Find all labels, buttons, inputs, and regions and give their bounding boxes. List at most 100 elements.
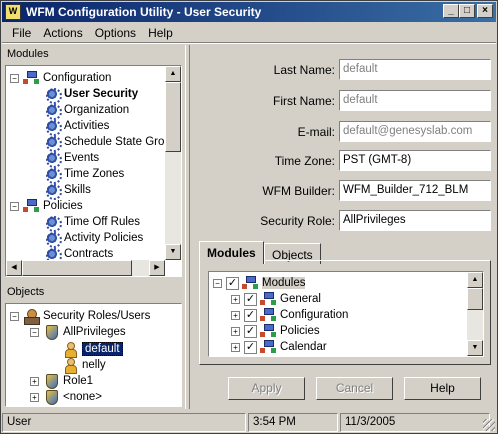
tree-item-label: Time Zones <box>64 168 125 180</box>
wfm-builder-field[interactable]: WFM_Builder_712_BLM <box>339 180 491 201</box>
modules-horizontal-scrollbar[interactable]: ◀ ▶ <box>6 260 165 276</box>
cancel-button[interactable]: Cancel <box>316 377 393 400</box>
minimize-button[interactable]: _ <box>443 4 459 18</box>
email-field[interactable]: default@genesyslab.com <box>339 121 491 142</box>
collapse-icon[interactable]: − <box>213 278 222 288</box>
tree-item-activity-policies[interactable]: Activity Policies <box>44 230 144 248</box>
user-icon <box>62 358 78 374</box>
expand-icon[interactable]: + <box>30 392 39 402</box>
tree-item-label: AllPrivileges <box>63 326 126 338</box>
tree-item-security-roles[interactable]: − Security Roles/Users <box>10 308 151 325</box>
tree-item-label: Schedule State Grou <box>64 136 171 148</box>
last-name-field[interactable]: default <box>339 59 491 80</box>
menu-actions[interactable]: Actions <box>37 26 88 40</box>
scroll-thumb[interactable] <box>467 288 483 310</box>
collapse-icon[interactable]: − <box>10 73 19 83</box>
collapse-icon[interactable]: − <box>30 327 39 337</box>
tree-item-policies[interactable]: − Policies <box>10 198 83 214</box>
expand-icon[interactable]: + <box>231 310 240 320</box>
menu-help[interactable]: Help <box>142 26 179 40</box>
scroll-down-icon[interactable]: ▼ <box>165 244 181 260</box>
tree-item-configuration[interactable]: − Configuration <box>10 70 111 86</box>
time-zone-field[interactable]: PST (GMT-8) <box>339 150 491 171</box>
checkbox-checked-icon[interactable]: ✓ <box>244 340 257 354</box>
tree-item-schedule-state-groups[interactable]: Schedule State Grou <box>44 134 171 152</box>
tree-item-user-default[interactable]: default <box>62 341 123 358</box>
tree-item-label: Modules <box>262 277 306 289</box>
tree-item-time-zones[interactable]: Time Zones <box>44 166 125 184</box>
app-icon: W <box>5 4 21 20</box>
perm-item-configuration[interactable]: + ✓ Configuration <box>231 307 348 323</box>
modules-tree[interactable]: − Configuration User Security Organizati… <box>5 65 182 277</box>
menu-options[interactable]: Options <box>89 26 142 40</box>
shield-icon <box>43 390 59 405</box>
tree-item-user-nelly[interactable]: nelly <box>62 357 106 374</box>
tree-item-events[interactable]: Events <box>44 150 99 168</box>
perm-item-calendar[interactable]: + ✓ Calendar <box>231 339 327 355</box>
last-name-label: Last Name: <box>273 63 335 77</box>
gear-icon <box>44 231 62 248</box>
checkbox-checked-icon[interactable]: ✓ <box>244 324 257 338</box>
tree-item-allprivileges[interactable]: − AllPrivileges <box>30 324 126 340</box>
tree-item-time-off-rules[interactable]: Time Off Rules <box>44 214 141 232</box>
security-role-field[interactable]: AllPrivileges <box>339 210 491 231</box>
collapse-icon[interactable]: − <box>10 311 19 321</box>
tree-item-label: Security Roles/Users <box>43 310 151 322</box>
status-date: 11/3/2005 <box>340 413 490 432</box>
network-icon <box>23 71 39 85</box>
gear-icon <box>44 87 62 104</box>
tab-modules[interactable]: Modules <box>199 241 264 264</box>
tree-item-role1[interactable]: + Role1 <box>30 373 93 389</box>
tree-item-label: Role1 <box>63 375 94 387</box>
title-bar[interactable]: W WFM Configuration Utility - User Secur… <box>2 2 496 22</box>
wfm-builder-label: WFM Builder: <box>262 184 335 198</box>
checkbox-checked-icon[interactable]: ✓ <box>244 292 257 306</box>
gear-icon <box>44 135 62 152</box>
permissions-vertical-scrollbar[interactable]: ▲ ▼ <box>467 272 483 356</box>
expand-icon[interactable]: + <box>231 342 240 352</box>
expand-icon[interactable]: + <box>30 376 39 386</box>
tree-item-label: General <box>280 293 321 305</box>
scroll-left-icon[interactable]: ◀ <box>6 260 22 276</box>
tree-item-organization[interactable]: Organization <box>44 102 129 120</box>
tree-item-user-security[interactable]: User Security <box>44 86 138 104</box>
tree-item-label: Activities <box>64 120 110 132</box>
resize-grip-icon[interactable] <box>483 419 495 431</box>
expand-icon[interactable]: + <box>231 294 240 304</box>
tree-item-none[interactable]: + <none> <box>30 389 102 405</box>
gear-icon <box>44 183 62 200</box>
perm-item-general[interactable]: + ✓ General <box>231 291 321 307</box>
menu-file[interactable]: File <box>6 26 37 40</box>
collapse-icon[interactable]: − <box>10 201 19 211</box>
perm-item-policies[interactable]: + ✓ Policies <box>231 323 320 339</box>
first-name-field[interactable]: default <box>339 90 491 111</box>
tree-item-activities[interactable]: Activities <box>44 118 110 136</box>
maximize-button[interactable]: □ <box>459 4 475 18</box>
permissions-tree[interactable]: − ✓ Modules + ✓ General + ✓ Configuratio… <box>208 271 484 357</box>
network-icon <box>242 276 258 290</box>
scroll-up-icon[interactable]: ▲ <box>165 66 181 82</box>
email-label: E-mail: <box>297 125 335 139</box>
expand-icon[interactable]: + <box>231 326 240 336</box>
tree-item-label: Configuration <box>43 72 112 84</box>
menu-bar: File Actions Options Help <box>2 23 496 42</box>
tree-item-label: Activity Policies <box>64 232 144 244</box>
scroll-right-icon[interactable]: ▶ <box>149 260 165 276</box>
tree-item-label: Time Off Rules <box>64 216 141 228</box>
panel-splitter[interactable] <box>185 45 190 409</box>
modules-vertical-scrollbar[interactable]: ▲ ▼ <box>165 66 181 260</box>
help-button[interactable]: Help <box>404 377 481 400</box>
scroll-up-icon[interactable]: ▲ <box>467 272 483 288</box>
scroll-thumb[interactable] <box>165 82 181 152</box>
status-bar: User 3:54 PM 11/3/2005 <box>2 412 496 433</box>
scroll-thumb[interactable] <box>22 260 132 276</box>
gear-icon <box>44 151 62 168</box>
scroll-down-icon[interactable]: ▼ <box>467 340 483 356</box>
objects-tree[interactable]: − Security Roles/Users − AllPrivileges d… <box>5 303 182 407</box>
tree-item-skills[interactable]: Skills <box>44 182 91 200</box>
checkbox-checked-icon[interactable]: ✓ <box>244 308 257 322</box>
apply-button[interactable]: Apply <box>228 377 305 400</box>
perm-item-modules[interactable]: − ✓ Modules <box>213 275 306 291</box>
close-button[interactable]: × <box>477 4 493 18</box>
checkbox-checked-icon[interactable]: ✓ <box>226 276 239 290</box>
